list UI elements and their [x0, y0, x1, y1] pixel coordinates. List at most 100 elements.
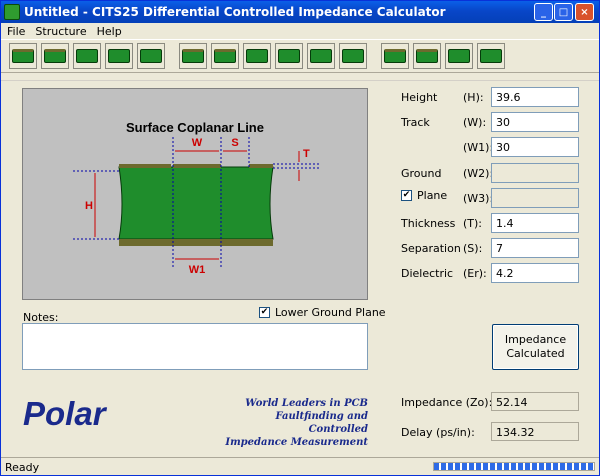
dielectric-input[interactable]: 4.2 — [491, 263, 579, 283]
right-ground-trace — [249, 164, 273, 168]
thickness-symbol: (T): — [463, 217, 483, 230]
ground-input — [491, 163, 579, 183]
lower-ground-plane-checkbox[interactable]: ✔ Lower Ground Plane — [259, 306, 386, 319]
structure-icon — [76, 49, 98, 63]
structure-icon — [448, 49, 470, 63]
plane-label: Plane — [417, 189, 448, 202]
plane-symbol: (W3): — [463, 192, 494, 205]
calc-button-line2: Calculated — [506, 347, 565, 360]
thickness-input[interactable]: 1.4 — [491, 213, 579, 233]
impedance-label: Impedance (Zo): — [401, 396, 493, 409]
structure-button-1[interactable] — [9, 43, 37, 69]
diagram-title: Surface Coplanar Line — [126, 120, 264, 135]
close-button[interactable]: × — [575, 3, 594, 21]
thickness-label: Thickness — [401, 217, 456, 230]
structure-button-3[interactable] — [73, 43, 101, 69]
left-ground-trace — [119, 164, 171, 168]
ground-label: Ground — [401, 167, 442, 180]
structure-icon — [416, 49, 438, 63]
structure-button-9[interactable] — [275, 43, 303, 69]
status-text: Ready — [5, 460, 40, 474]
structure-toolbar — [1, 39, 599, 73]
signal-trace — [173, 164, 221, 168]
tagline-line: Faultfinding and Controlled — [275, 411, 368, 435]
menu-bar: File Structure Help — [1, 23, 599, 39]
track-input[interactable]: 30 — [491, 112, 579, 132]
calc-button-line1: Impedance — [504, 333, 567, 346]
ground-symbol: (W2): — [463, 167, 494, 180]
structure-icon — [182, 49, 204, 63]
minimize-button[interactable]: _ — [534, 3, 553, 21]
structure-button-6[interactable] — [179, 43, 207, 69]
impedance-output: 52.14 — [491, 392, 579, 411]
dim-label-w1: W1 — [189, 264, 206, 276]
menu-structure[interactable]: Structure — [35, 25, 86, 38]
lower-ground-plane-check[interactable]: ✔ — [259, 307, 270, 318]
track1-input[interactable]: 30 — [491, 137, 579, 157]
dielectric-symbol: (Er): — [463, 267, 487, 280]
height-input[interactable]: 39.6 — [491, 87, 579, 107]
app-icon[interactable] — [4, 4, 20, 20]
toolbar-divider — [1, 80, 599, 81]
calculate-impedance-button[interactable]: Impedance Calculated — [492, 324, 579, 370]
separation-symbol: (S): — [463, 242, 483, 255]
dielectric-label: Dielectric — [401, 267, 454, 280]
polar-logo: Polar — [23, 395, 108, 432]
lower-ground-plane-label: Lower Ground Plane — [275, 306, 386, 319]
menu-help[interactable]: Help — [97, 25, 122, 38]
structure-button-4[interactable] — [105, 43, 133, 69]
track1-symbol: (W1): — [463, 141, 494, 154]
substrate-shape — [118, 166, 274, 240]
window-title: Untitled - CITS25 Differential Controlle… — [24, 5, 446, 19]
structure-button-8[interactable] — [243, 43, 271, 69]
tagline-line: Impedance Measurement — [225, 437, 368, 448]
separation-label: Separation — [401, 242, 461, 255]
structure-icon — [12, 49, 34, 63]
structure-icon — [342, 49, 364, 63]
logo-tagline: World Leaders in PCB Faultfinding and Co… — [221, 397, 368, 449]
structure-button-5[interactable] — [137, 43, 165, 69]
structure-button-15[interactable] — [477, 43, 505, 69]
structure-icon — [480, 49, 502, 63]
structure-button-14[interactable] — [445, 43, 473, 69]
structure-icon — [214, 49, 236, 63]
logo-wordmark: Polar — [23, 395, 108, 432]
plane-check[interactable]: ✔ — [401, 190, 412, 201]
structure-icon — [246, 49, 268, 63]
structure-button-10[interactable] — [307, 43, 335, 69]
structure-icon — [278, 49, 300, 63]
structure-button-2[interactable] — [41, 43, 69, 69]
track-label: Track — [401, 116, 430, 129]
structure-icon — [310, 49, 332, 63]
progress-bar — [433, 462, 595, 471]
menu-file[interactable]: File — [7, 25, 25, 38]
lower-ground-plane-shape — [119, 239, 273, 246]
dim-label-w: W — [192, 137, 203, 149]
separation-input[interactable]: 7 — [491, 238, 579, 258]
delay-label: Delay (ps/in): — [401, 426, 475, 439]
structure-button-11[interactable] — [339, 43, 367, 69]
structure-diagram: Surface Coplanar Line W S T H W1 — [22, 88, 368, 300]
structure-button-7[interactable] — [211, 43, 239, 69]
dim-label-s: S — [231, 137, 238, 149]
plane-input — [491, 188, 579, 208]
title-bar[interactable]: Untitled - CITS25 Differential Controlle… — [1, 1, 599, 23]
cross-section-drawing: Surface Coplanar Line W S T H W1 — [73, 120, 319, 276]
structure-icon — [384, 49, 406, 63]
structure-icon — [44, 49, 66, 63]
notes-textarea[interactable] — [22, 323, 368, 370]
height-label: Height — [401, 91, 438, 104]
delay-output: 134.32 — [491, 422, 579, 441]
height-symbol: (H): — [463, 91, 484, 104]
track-symbol: (W): — [463, 116, 487, 129]
dim-label-h: H — [85, 200, 93, 212]
plane-checkbox[interactable]: ✔ Plane — [401, 189, 447, 202]
dim-label-t: T — [303, 148, 310, 160]
structure-icon — [140, 49, 162, 63]
maximize-button[interactable]: □ — [554, 3, 573, 21]
structure-icon — [108, 49, 130, 63]
tagline-line: World Leaders in PCB — [245, 398, 368, 409]
structure-button-12[interactable] — [381, 43, 409, 69]
structure-button-13[interactable] — [413, 43, 441, 69]
app-window: Untitled - CITS25 Differential Controlle… — [0, 0, 600, 476]
